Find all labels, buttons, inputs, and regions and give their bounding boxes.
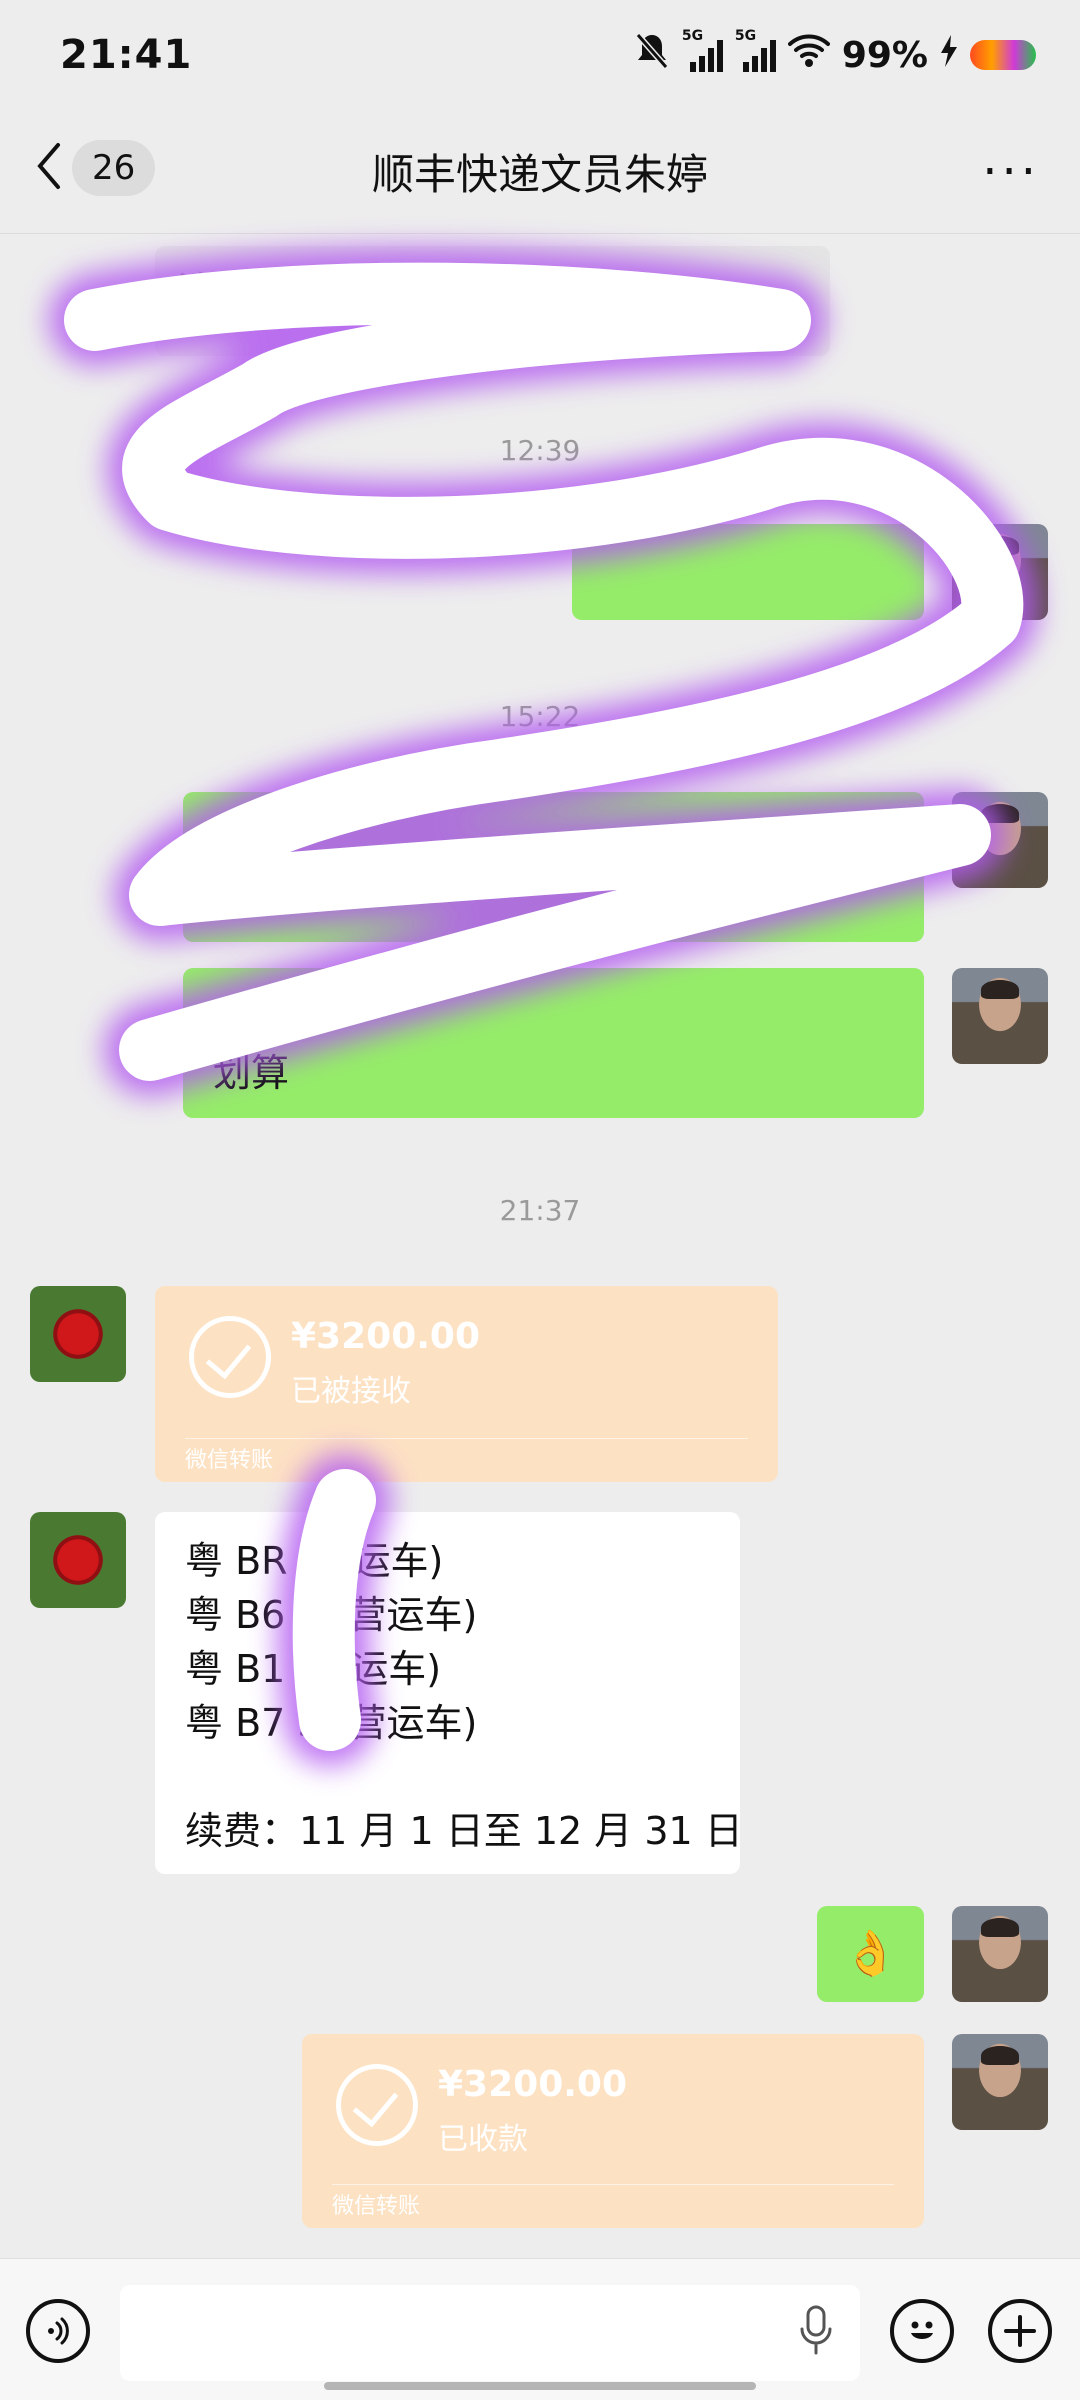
ok-hand-emoji: 👌 xyxy=(843,1928,898,1979)
check-circle-icon xyxy=(336,2064,418,2146)
page-title: 顺丰快递文员朱婷 xyxy=(371,150,708,199)
transfer-footer: 微信转账 xyxy=(332,2184,894,2228)
message-bubble[interactable] xyxy=(183,792,924,942)
more-options-icon[interactable]: ··· xyxy=(982,144,1040,200)
plus-icon[interactable] xyxy=(988,2299,1052,2363)
avatar[interactable] xyxy=(952,2034,1048,2130)
message-text-partial: 划算 xyxy=(213,1051,290,1095)
check-circle-icon xyxy=(189,1316,271,1398)
chat-area[interactable]: 清扬 12:39 15:22 划算 21:37 ¥3200.00 已被接收 微信… xyxy=(0,234,1080,2258)
mute-bell-icon xyxy=(634,31,670,80)
input-bar xyxy=(0,2258,1080,2400)
transfer-card-sent[interactable]: ¥3200.00 已收款 微信转账 xyxy=(302,2034,924,2228)
message-bubble[interactable]: 粤 BR (营运车) 粤 B6 5 (营运车) 粤 B1 (营运车) 粤 B7 … xyxy=(155,1512,743,1874)
avatar[interactable] xyxy=(952,524,1048,620)
unread-count-badge: 26 xyxy=(72,140,156,196)
transfer-card-received[interactable]: ¥3200.00 已被接收 微信转账 xyxy=(155,1286,778,1482)
avatar[interactable] xyxy=(952,968,1048,1064)
message-input[interactable] xyxy=(120,2285,860,2381)
avatar[interactable] xyxy=(30,1512,126,1608)
message-line: 续费：11 月 1 日至 12 月 31 日 xyxy=(185,1809,743,1853)
status-bar: 21:41 5G 5G 99% xyxy=(0,0,1080,110)
chevron-left-icon xyxy=(34,141,64,195)
voice-icon[interactable] xyxy=(26,2299,90,2363)
battery-percent: 99% xyxy=(841,34,928,76)
message-line: 粤 BR (营运车) xyxy=(185,1539,444,1583)
avatar[interactable] xyxy=(30,1286,126,1382)
mic-icon[interactable] xyxy=(796,2305,836,2361)
status-time: 21:41 xyxy=(60,32,193,78)
message-bubble[interactable] xyxy=(572,524,924,620)
avatar[interactable] xyxy=(952,792,1048,888)
transfer-status: 已被接收 xyxy=(291,1374,411,1409)
time-stamp: 12:39 xyxy=(499,434,581,467)
transfer-amount: ¥3200.00 xyxy=(438,2064,628,2105)
charging-icon xyxy=(940,34,958,76)
battery-icon xyxy=(970,40,1036,70)
message-line: 粤 B6 5 (营运车) xyxy=(185,1593,478,1637)
home-indicator[interactable] xyxy=(324,2382,756,2390)
avatar[interactable] xyxy=(952,1906,1048,2002)
back-button[interactable]: 26 xyxy=(34,140,156,196)
message-bubble-emoji[interactable]: 👌 xyxy=(817,1906,924,2002)
message-text-partial: 清扬 xyxy=(177,269,254,313)
wifi-icon xyxy=(787,34,830,77)
transfer-amount: ¥3200.00 xyxy=(291,1316,481,1357)
signal-icon-2: 5G xyxy=(735,28,776,72)
transfer-status: 已收款 xyxy=(438,2122,528,2157)
message-bubble-partial[interactable]: 清扬 xyxy=(155,246,830,356)
message-line: 粤 B1 (营运车) xyxy=(185,1647,442,1691)
message-line xyxy=(185,1750,710,1804)
time-stamp: 21:37 xyxy=(499,1194,581,1227)
message-bubble[interactable]: 划算 xyxy=(183,968,924,1118)
transfer-footer: 微信转账 xyxy=(185,1438,748,1482)
signal-icon: 5G xyxy=(682,28,723,72)
chat-header: 26 顺丰快递文员朱婷 ··· xyxy=(0,110,1080,234)
time-stamp: 15:22 xyxy=(499,700,581,733)
emoji-icon[interactable] xyxy=(890,2299,954,2363)
message-line: 粤 B7 3 (营运车) xyxy=(185,1701,478,1745)
status-icons: 5G 5G 99% xyxy=(634,28,1036,80)
